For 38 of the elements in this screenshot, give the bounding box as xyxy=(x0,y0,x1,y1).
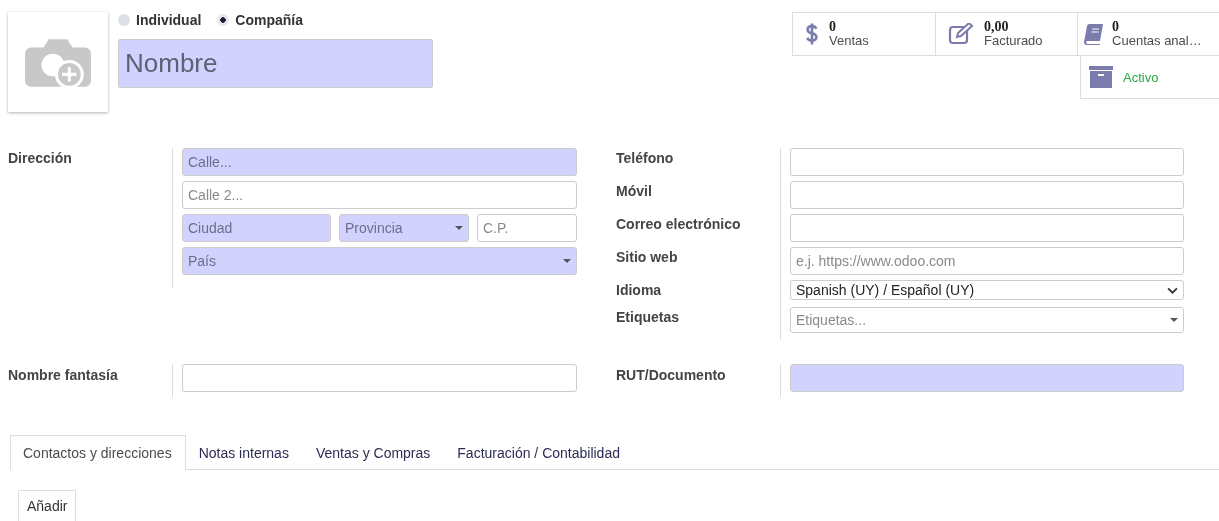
field-label: Idioma xyxy=(616,281,663,300)
radio-option[interactable]: Individual xyxy=(118,12,202,34)
input-field[interactable] xyxy=(790,364,1184,392)
add-button[interactable]: Añadir xyxy=(18,490,77,521)
caret-icon xyxy=(1170,318,1178,322)
dropdown-field[interactable]: Provincia xyxy=(339,214,469,242)
language-select[interactable]: Spanish (UY) / Español (UY) xyxy=(790,280,1184,300)
field-label: Nombre fantasía xyxy=(8,366,119,385)
input-field[interactable] xyxy=(790,148,1184,176)
caret-icon xyxy=(455,226,463,230)
tab[interactable]: Contactos y direcciones xyxy=(10,435,186,470)
input-field[interactable] xyxy=(790,214,1184,242)
book-icon xyxy=(1084,23,1105,45)
chevron-icon xyxy=(1167,286,1178,294)
input-field[interactable]: Ciudad xyxy=(182,214,331,242)
input-field[interactable]: Calle 2... xyxy=(182,181,577,209)
archive-icon xyxy=(1089,66,1113,88)
input-field[interactable] xyxy=(182,364,577,392)
name-field[interactable]: Nombre xyxy=(118,39,433,88)
tab[interactable]: Notas internas xyxy=(185,435,303,470)
radio-option[interactable]: Compañía xyxy=(217,12,304,34)
field-label: Dirección xyxy=(8,149,73,168)
dollar-icon xyxy=(805,22,819,46)
field-label: Móvil xyxy=(616,182,653,201)
field-label: Teléfono xyxy=(616,149,675,168)
field-label: Etiquetas xyxy=(616,308,680,327)
input-field[interactable]: C.P. xyxy=(477,214,577,242)
input-field[interactable]: e.j. https://www.odoo.com xyxy=(790,247,1184,275)
field-label: RUT/Documento xyxy=(616,366,727,385)
tab[interactable]: Ventas y Compras xyxy=(302,435,445,470)
caret-icon xyxy=(563,259,571,263)
tab[interactable]: Facturación / Contabilidad xyxy=(444,435,634,470)
input-field[interactable]: Calle... xyxy=(182,148,577,176)
input-field[interactable] xyxy=(790,181,1184,209)
edit-icon xyxy=(948,23,975,45)
field-label: Sitio web xyxy=(616,248,679,267)
field-label: Correo electrónico xyxy=(616,215,742,234)
dropdown-field[interactable]: País xyxy=(182,247,577,275)
